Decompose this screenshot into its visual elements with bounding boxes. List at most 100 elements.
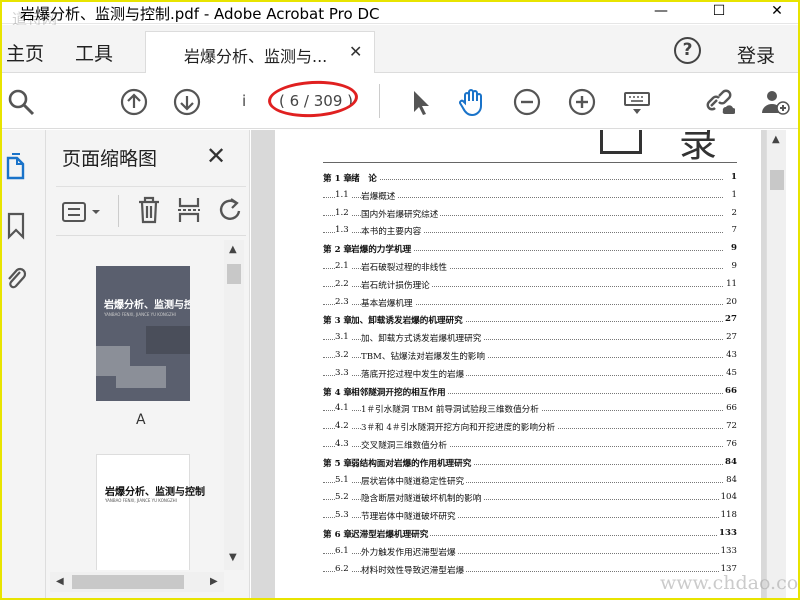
document-scrollbar[interactable]: ▲ xyxy=(766,130,786,598)
link-share-icon[interactable] xyxy=(705,87,735,117)
toc-number: 1.2 xyxy=(335,207,351,218)
toc-section-line[interactable]: 6.1 外力触发作用迟滞型岩爆 133 xyxy=(323,545,737,564)
toc-title: 1＃引水隧洞 TBM 前导洞试验段三维数值分析 xyxy=(361,403,541,416)
select-cursor-icon[interactable] xyxy=(405,87,435,117)
tab-tools[interactable]: 工具 xyxy=(75,39,113,66)
extract-page-icon[interactable] xyxy=(176,195,202,225)
toc-page-number: 45 xyxy=(724,367,737,378)
tab-bar: 主页 工具 岩爆分析、监测与... ✕ ? 登录 xyxy=(2,25,798,73)
close-window-button[interactable]: ✕ xyxy=(754,2,798,24)
keyboard-icon[interactable] xyxy=(622,87,652,117)
toc-leader-dots xyxy=(323,172,723,180)
panel-toolbar xyxy=(56,186,246,236)
toc-number: 2.2 xyxy=(335,278,351,289)
toc-number: 2.1 xyxy=(335,261,351,271)
toc-section-line[interactable]: 3.3 落底开挖过程中发生的岩爆 45 xyxy=(323,367,737,386)
toc-title: 落底开挖过程中发生的岩爆 xyxy=(361,367,467,380)
scroll-up-arrow[interactable]: ▲ xyxy=(772,134,780,145)
page-thumbnails-icon[interactable] xyxy=(4,152,28,182)
window-title: 岩爆分析、监测与控制.pdf - Adobe Acrobat Pro DC xyxy=(20,5,380,23)
toc-page-number: 104 xyxy=(718,492,737,503)
login-button[interactable]: 登录 xyxy=(737,41,775,68)
page-up-icon[interactable] xyxy=(119,87,149,117)
toc-number: 4.2 xyxy=(335,421,351,432)
toc-title: 隐含断层对隧道破坏机制的影响 xyxy=(361,492,484,505)
toc-number: 5.2 xyxy=(335,492,351,503)
rotate-page-icon[interactable] xyxy=(216,195,242,225)
tab-home[interactable]: 主页 xyxy=(6,39,44,66)
toc-section-line[interactable]: 5.2 隐含断层对隧道破坏机制的影响 104 xyxy=(323,492,737,510)
toc-section-line[interactable]: 2.2 岩石统计损伤理论 11 xyxy=(323,278,737,297)
toc-chapter-line[interactable]: 第 1 章绪 论 1 xyxy=(323,172,737,190)
toc-chapter-line[interactable]: 第 3 章加、卸载诱发岩爆的机理研究 27 xyxy=(323,314,737,332)
search-icon[interactable] xyxy=(6,87,36,117)
toc-section-line[interactable]: 5.3 节理岩体中隧道破坏研究 118 xyxy=(323,510,737,528)
toc-chapter-line[interactable]: 第 4 章相邻隧洞开挖的相互作用 66 xyxy=(323,385,737,404)
toc-page-number: 72 xyxy=(724,421,737,432)
tab-document[interactable]: 岩爆分析、监测与... ✕ xyxy=(145,31,375,73)
bookmarks-icon[interactable] xyxy=(4,210,28,240)
scroll-down-arrow[interactable]: ▼ xyxy=(229,552,237,563)
help-button[interactable]: ? xyxy=(674,37,701,64)
toc-section-line[interactable]: 3.1 加、卸载方式诱发岩爆机理研究 27 xyxy=(323,332,737,350)
thumbnail-options-icon[interactable] xyxy=(60,199,104,225)
toc-section-line[interactable]: 4.1 1＃引水隧洞 TBM 前导洞试验段三维数值分析 66 xyxy=(323,403,737,421)
toc-number: 1.3 xyxy=(335,225,351,236)
thumbnails-list: 岩爆分析、监测与控制 YANBAO FENXI, JIANCE YU KONGZ… xyxy=(46,240,224,570)
toc-section-line[interactable]: 4.2 3＃和 4＃引水隧洞开挖方向和开挖进度的影响分析 72 xyxy=(323,421,737,439)
toc-section-line[interactable]: 1.1 岩爆概述 1 xyxy=(323,189,737,208)
toc-title: 岩爆概述 xyxy=(361,189,398,202)
document-tab-label: 岩爆分析、监测与... xyxy=(184,47,328,66)
delete-page-icon[interactable] xyxy=(136,195,162,225)
page-down-icon[interactable] xyxy=(172,87,202,117)
close-panel-button[interactable]: ✕ xyxy=(206,142,226,170)
toc-section-line[interactable]: 1.3 本书的主要内容 7 xyxy=(323,225,737,243)
toc-title: 3＃和 4＃引水隧洞开挖方向和开挖进度的影响分析 xyxy=(361,421,558,434)
minimize-button[interactable]: — xyxy=(638,2,684,24)
toc-section-line[interactable]: 3.2 TBM、钻爆法对岩爆发生的影响 43 xyxy=(323,350,737,368)
toc-section-line[interactable]: 2.3 基本岩爆机理 20 xyxy=(323,296,737,315)
toc-title: 岩爆的力学机理 xyxy=(351,243,414,256)
toc-number: 4.1 xyxy=(335,403,351,414)
hand-tool-icon[interactable] xyxy=(457,87,487,117)
thumbnails-hscrollbar[interactable]: ◀ ▶ xyxy=(50,572,224,592)
cover-title: 岩爆分析、监测与控制 xyxy=(104,300,190,311)
toc-page-number: 76 xyxy=(724,439,737,449)
zoom-out-icon[interactable] xyxy=(512,87,542,117)
toc-page-number: 2 xyxy=(729,207,737,218)
close-tab-button[interactable]: ✕ xyxy=(349,42,362,61)
toc-section-line[interactable]: 1.2 国内外岩爆研究综述 2 xyxy=(323,207,737,226)
page-number-input[interactable]: i xyxy=(242,92,246,110)
toc-chapter-line[interactable]: 第 5 章弱结构面对岩爆的作用机理研究 84 xyxy=(323,456,737,475)
maximize-button[interactable]: ☐ xyxy=(696,2,742,24)
toc-section-line[interactable]: 2.1 岩石破裂过程的非线性 9 xyxy=(323,261,737,279)
toc-section-line[interactable]: 5.1 层状岩体中隧道稳定性研究 84 xyxy=(323,474,737,493)
toc-number: 第 2 章 xyxy=(323,243,355,256)
toc-chapter-line[interactable]: 第 2 章岩爆的力学机理 9 xyxy=(323,243,737,261)
thumbnail-page-2[interactable]: 岩爆分析、监测与控制 YANBAO FENXI, JIANCE YU KONGZ… xyxy=(96,454,205,570)
toc-page-number: 7 xyxy=(729,225,737,236)
scroll-up-arrow[interactable]: ▲ xyxy=(229,244,237,255)
hscrollbar-thumb[interactable] xyxy=(72,575,184,589)
thumbnails-scrollbar[interactable]: ▲ ▼ xyxy=(224,240,244,570)
toolbar-divider xyxy=(379,84,380,118)
toc-rule xyxy=(323,162,737,163)
add-user-icon[interactable] xyxy=(760,87,790,117)
attachments-icon[interactable] xyxy=(4,264,28,294)
toc-section-line[interactable]: 4.3 交叉隧洞三维数值分析 76 xyxy=(323,439,737,457)
toc-title: 层状岩体中隧道稳定性研究 xyxy=(361,474,467,487)
zoom-in-icon[interactable] xyxy=(567,87,597,117)
toc-title: 国内外岩爆研究综述 xyxy=(361,207,441,220)
toc-title: 相邻隧洞开挖的相互作用 xyxy=(351,385,448,398)
toc-page-number: 11 xyxy=(724,278,737,289)
thumbnail-page-1[interactable]: 岩爆分析、监测与控制 YANBAO FENXI, JIANCE YU KONGZ… xyxy=(96,266,190,401)
scrollbar-thumb[interactable] xyxy=(227,264,241,284)
scroll-right-arrow[interactable]: ▶ xyxy=(210,576,218,587)
toc-number: 第 1 章 xyxy=(323,172,355,184)
main-toolbar: i ( 6 / 309 ) xyxy=(2,74,798,129)
toc-title: 节理岩体中隧道破坏研究 xyxy=(361,510,458,523)
toc-chapter-line[interactable]: 第 6 章迟滞型岩爆机理研究 133 xyxy=(323,528,737,546)
scroll-left-arrow[interactable]: ◀ xyxy=(56,576,64,587)
scrollbar-thumb[interactable] xyxy=(770,170,784,190)
cover-block xyxy=(146,326,190,354)
